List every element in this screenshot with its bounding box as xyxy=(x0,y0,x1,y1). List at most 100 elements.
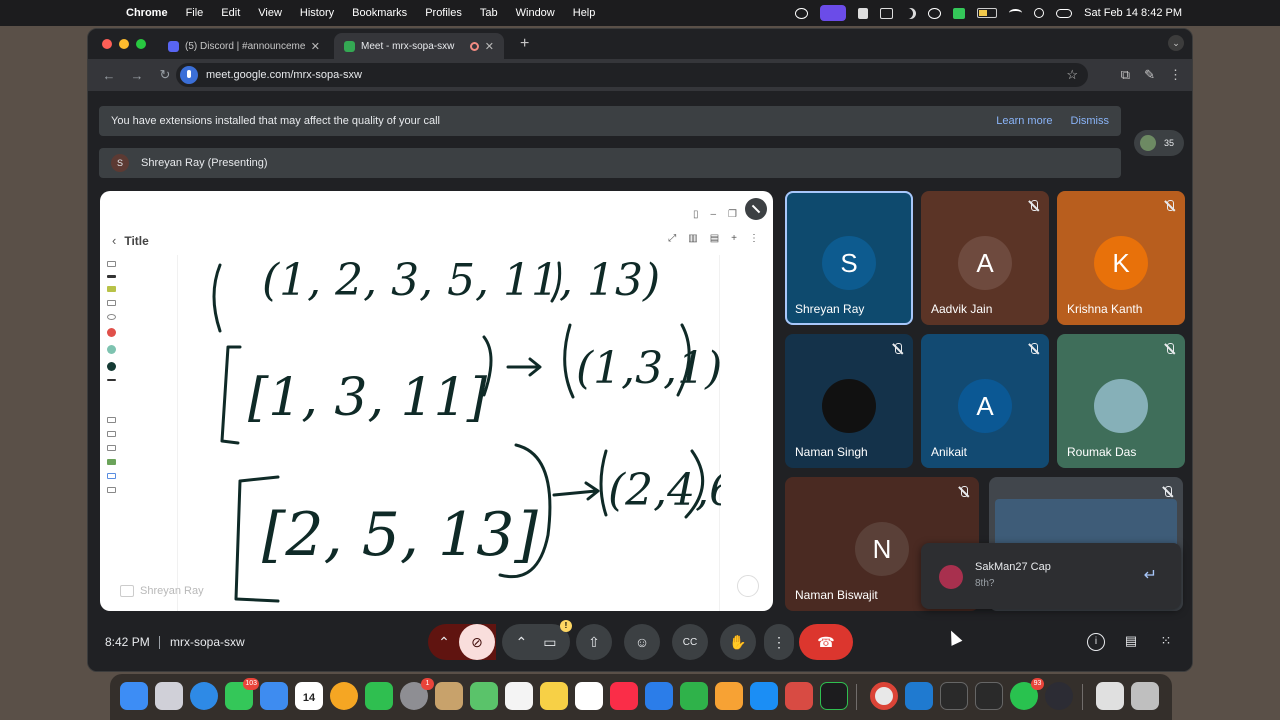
dock-keynote-icon[interactable] xyxy=(645,682,673,710)
dock-notes-icon[interactable] xyxy=(540,682,568,710)
camera-icon[interactable]: ▭ xyxy=(543,634,556,651)
window-tool-icon[interactable] xyxy=(880,7,894,19)
dock-mail-icon[interactable] xyxy=(260,682,288,710)
dismiss-button[interactable]: Dismiss xyxy=(1071,115,1110,127)
wifi-icon[interactable] xyxy=(1009,9,1023,17)
control-center-icon[interactable] xyxy=(1056,8,1073,18)
close-window-button[interactable] xyxy=(102,39,112,49)
dock-appstore-icon[interactable] xyxy=(750,682,778,710)
chat-icon[interactable]: ▤ xyxy=(1122,633,1140,651)
reply-icon[interactable]: ↵ xyxy=(1144,565,1157,585)
zoom-window-button[interactable] xyxy=(136,39,146,49)
menu-tab[interactable]: Tab xyxy=(480,7,498,19)
dock-reminders-icon[interactable] xyxy=(505,682,533,710)
dock-contacts-icon[interactable] xyxy=(435,682,463,710)
dock-maps-icon[interactable] xyxy=(470,682,498,710)
minimize-window-button[interactable] xyxy=(119,39,129,49)
new-tab-icon[interactable]: + xyxy=(520,35,529,53)
dock-finder-icon[interactable] xyxy=(120,682,148,710)
dock-obs-icon[interactable] xyxy=(1045,682,1073,710)
shared-screen[interactable]: ▯ – ❐ ‹ Title ⤢ ▥ ▤ + ⋮ (1, 2, 3, 5, 11,… xyxy=(100,191,773,611)
extensions-icon[interactable]: ⧉ xyxy=(1121,67,1130,83)
close-tab-icon[interactable]: ✕ xyxy=(311,40,320,53)
menu-file[interactable]: File xyxy=(186,7,204,19)
participant-tile[interactable]: A Aadvik Jain xyxy=(921,191,1049,325)
participant-tile[interactable]: K Krishna Kanth xyxy=(1057,191,1185,325)
raise-hand-button[interactable]: ✋ xyxy=(720,624,756,660)
search-icon[interactable] xyxy=(1034,8,1045,18)
meeting-info-icon[interactable]: i xyxy=(1087,633,1105,651)
participant-tile[interactable]: Roumak Das xyxy=(1057,334,1185,468)
browser-menu-icon[interactable]: ⋮ xyxy=(1169,67,1182,83)
menu-edit[interactable]: Edit xyxy=(221,7,240,19)
reload-icon[interactable]: ↻ xyxy=(158,67,172,83)
camera-group-button[interactable]: ⌃ ▭ ! xyxy=(502,620,572,660)
camera-alert-badge: ! xyxy=(560,620,572,632)
participant-tile[interactable]: Naman Singh xyxy=(785,334,913,468)
close-tab-icon[interactable]: ✕ xyxy=(485,40,494,53)
present-screen-button[interactable]: ⇧ xyxy=(576,624,612,660)
dock-numbers-icon[interactable] xyxy=(680,682,708,710)
menu-profiles[interactable]: Profiles xyxy=(425,7,462,19)
chat-notification[interactable]: SakMan27 Cap 8th? ↵ xyxy=(921,543,1181,609)
audio-wave-icon[interactable] xyxy=(953,7,966,19)
dock-settings-icon[interactable]: 1 xyxy=(400,678,434,710)
dock-activity-monitor-icon[interactable] xyxy=(975,682,1003,710)
activities-icon[interactable]: ⁙ xyxy=(1157,633,1175,651)
site-mic-icon[interactable] xyxy=(180,66,198,84)
dock-voice-memos-icon[interactable] xyxy=(820,682,848,710)
screen-share-status-icon[interactable] xyxy=(820,5,847,21)
dock-chrome-icon[interactable] xyxy=(870,682,898,710)
address-bar[interactable]: meet.google.com/mrx-sopa-sxw ☆ xyxy=(176,63,1088,87)
play-icon[interactable] xyxy=(928,7,942,19)
mic-off-icon xyxy=(1163,199,1177,213)
tab-label: Meet - mrx-sopa-sxw xyxy=(361,40,455,52)
captions-button[interactable]: CC xyxy=(672,624,708,660)
tab-meet[interactable]: Meet - mrx-sopa-sxw ✕ xyxy=(334,33,504,59)
dock-downloads-icon[interactable] xyxy=(1096,682,1124,710)
dock-launchpad-icon[interactable] xyxy=(155,682,183,710)
text-tool-icon xyxy=(106,487,116,493)
dock-freeform-icon[interactable] xyxy=(575,682,603,710)
leave-call-button[interactable]: ☎ xyxy=(799,624,853,660)
participants-count-button[interactable]: 35 xyxy=(1134,130,1184,156)
participant-tile[interactable]: S Shreyan Ray xyxy=(785,191,913,325)
menu-help[interactable]: Help xyxy=(573,7,596,19)
dock-pages-icon[interactable] xyxy=(715,682,743,710)
dock-trash-icon[interactable] xyxy=(1131,682,1159,710)
dock-calendar-icon[interactable]: 14 xyxy=(295,682,323,710)
dock-music-icon[interactable] xyxy=(610,682,638,710)
more-options-button[interactable]: ⋮ xyxy=(764,624,794,660)
dock-terminal-icon[interactable] xyxy=(940,682,968,710)
menu-window[interactable]: Window xyxy=(516,7,555,19)
menu-view[interactable]: View xyxy=(258,7,282,19)
menu-history[interactable]: History xyxy=(300,7,334,19)
profile-extension-icon[interactable]: ✎ xyxy=(1144,67,1155,83)
participant-name: Naman Singh xyxy=(795,445,868,459)
tab-discord[interactable]: (5) Discord | #announcement ✕ xyxy=(158,33,330,59)
tab-search-icon[interactable]: ⌄ xyxy=(1168,35,1184,51)
dock-photos-icon[interactable] xyxy=(330,682,358,710)
obs-status-icon[interactable] xyxy=(795,7,809,19)
dock-vscode-icon[interactable] xyxy=(905,682,933,710)
menu-bookmarks[interactable]: Bookmarks xyxy=(352,7,407,19)
url-text[interactable]: meet.google.com/mrx-sopa-sxw xyxy=(206,69,362,81)
mic-toggle-button[interactable]: ⊘ xyxy=(459,624,495,660)
bookmark-star-icon[interactable]: ☆ xyxy=(1066,67,1078,83)
participant-tile[interactable]: A Anikait xyxy=(921,334,1049,468)
menu-app-name[interactable]: Chrome xyxy=(126,7,168,19)
dock-messages-icon[interactable]: 103 xyxy=(225,678,259,710)
learn-more-link[interactable]: Learn more xyxy=(996,115,1052,127)
dock-whatsapp-icon[interactable]: 93 xyxy=(1010,678,1044,710)
dock-safari-icon[interactable] xyxy=(190,682,218,710)
hand-icon[interactable] xyxy=(858,7,869,19)
dock-facetime-icon[interactable] xyxy=(365,682,393,710)
menu-clock[interactable]: Sat Feb 14 8:42 PM xyxy=(1084,7,1182,19)
back-icon[interactable]: ← xyxy=(102,68,116,83)
battery-icon[interactable] xyxy=(977,8,998,18)
reactions-button[interactable]: ☺ xyxy=(624,624,660,660)
forward-icon[interactable]: → xyxy=(130,68,144,83)
moon-icon[interactable] xyxy=(905,8,916,19)
more-icon: ⋮ xyxy=(749,233,759,244)
dock-iphone-mirroring-icon[interactable] xyxy=(785,682,813,710)
